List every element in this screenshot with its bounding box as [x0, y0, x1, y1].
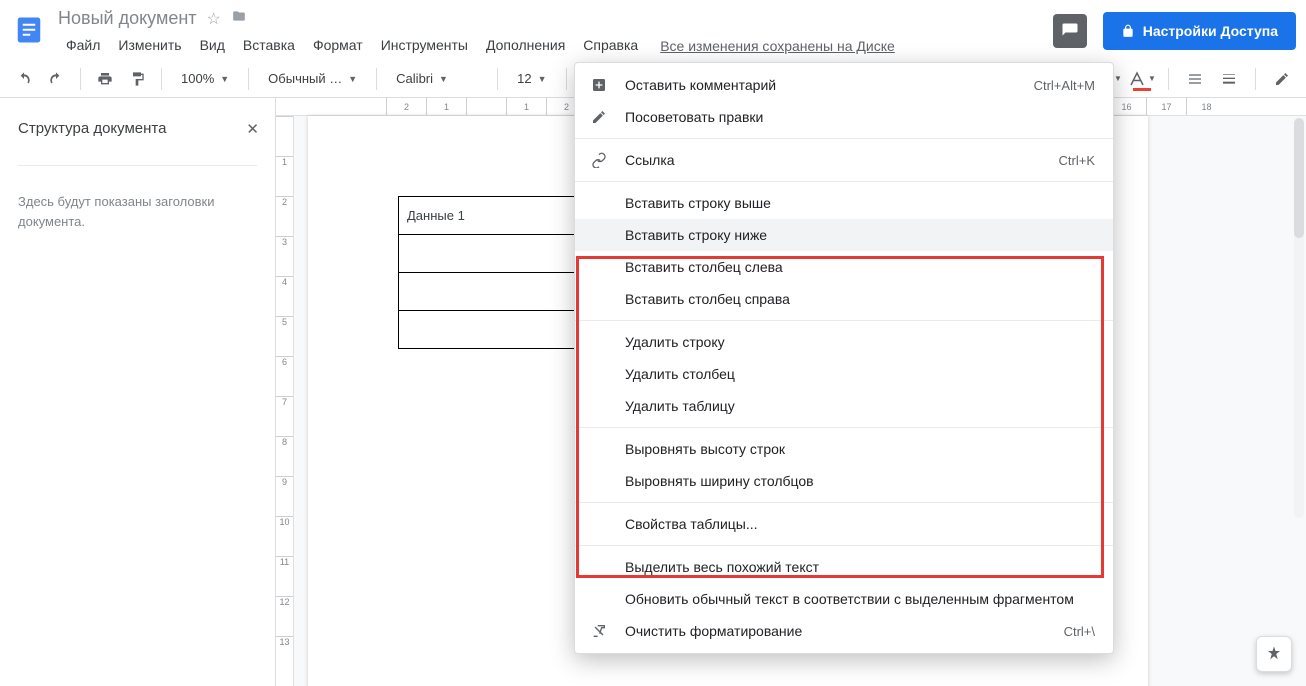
redo-button[interactable]	[42, 65, 70, 93]
context-menu-item[interactable]: Удалить строку	[575, 326, 1113, 358]
explore-button[interactable]	[1256, 636, 1292, 672]
outline-close-button[interactable]: ✕	[246, 120, 259, 138]
context-menu-label: Свойства таблицы...	[625, 516, 1095, 532]
outline-panel: Структура документа ✕ Здесь будут показа…	[0, 98, 276, 686]
context-menu-label: Ссылка	[625, 152, 1043, 168]
link-icon	[589, 152, 609, 168]
context-menu-shortcut: Ctrl+Alt+M	[1034, 78, 1095, 93]
print-button[interactable]	[91, 65, 119, 93]
context-menu-label: Вставить строку выше	[625, 195, 1095, 211]
share-button-label: Настройки Доступа	[1143, 23, 1278, 39]
border-style-button[interactable]	[1181, 65, 1209, 93]
context-menu-separator	[575, 545, 1113, 546]
outline-title: Структура документа	[18, 120, 257, 137]
context-menu-label: Вставить строку ниже	[625, 227, 1095, 243]
context-menu-label: Очистить форматирование	[625, 623, 1048, 639]
context-menu-item[interactable]: Свойства таблицы...	[575, 508, 1113, 540]
vertical-ruler[interactable]: 12345678910111213	[276, 116, 294, 686]
context-menu-separator	[575, 320, 1113, 321]
menu-view[interactable]: Вид	[192, 33, 233, 57]
context-menu-label: Удалить строку	[625, 334, 1095, 350]
table-cell[interactable]	[399, 235, 593, 273]
context-menu-label: Обновить обычный текст в соответствии с …	[625, 591, 1095, 607]
context-menu-item[interactable]: Выровнять ширину столбцов	[575, 465, 1113, 497]
context-menu-item[interactable]: Удалить столбец	[575, 358, 1113, 390]
menu-edit[interactable]: Изменить	[110, 33, 189, 57]
docs-logo-icon[interactable]	[10, 6, 48, 54]
context-menu-label: Вставить столбец справа	[625, 291, 1095, 307]
context-menu-item[interactable]: Выровнять высоту строк	[575, 433, 1113, 465]
context-menu-item[interactable]: Вставить строку ниже	[575, 219, 1113, 251]
context-menu-item[interactable]: Вставить столбец справа	[575, 283, 1113, 315]
table-cell[interactable]	[399, 273, 593, 311]
context-menu-label: Оставить комментарий	[625, 77, 1018, 93]
font-select[interactable]: Calibri▼	[387, 66, 487, 92]
context-menu-item[interactable]: Посоветовать правки	[575, 101, 1113, 133]
context-menu-separator	[575, 427, 1113, 428]
context-menu-label: Удалить таблицу	[625, 398, 1095, 414]
context-menu-label: Выровнять ширину столбцов	[625, 473, 1095, 489]
vertical-scrollbar[interactable]	[1294, 118, 1304, 518]
font-size-select[interactable]: 12▼	[508, 66, 555, 92]
context-menu-item[interactable]: Очистить форматирование Ctrl+\	[575, 615, 1113, 647]
context-menu: Оставить комментарий Ctrl+Alt+M Посоветова…	[574, 62, 1114, 654]
context-menu-item[interactable]: Вставить столбец слева	[575, 251, 1113, 283]
context-menu-item[interactable]: Обновить обычный текст в соответствии с …	[575, 583, 1113, 615]
context-menu-label: Вставить столбец слева	[625, 259, 1095, 275]
context-menu-item[interactable]: Выделить весь похожий текст	[575, 551, 1113, 583]
context-menu-item[interactable]: Оставить комментарий Ctrl+Alt+M	[575, 69, 1113, 101]
context-menu-separator	[575, 138, 1113, 139]
open-comments-button[interactable]	[1053, 14, 1087, 48]
context-menu-label: Удалить столбец	[625, 366, 1095, 382]
undo-button[interactable]	[10, 65, 38, 93]
context-menu-shortcut: Ctrl+\	[1064, 624, 1095, 639]
outline-divider	[18, 165, 257, 166]
lock-icon	[1121, 24, 1135, 38]
edit-mode-button[interactable]	[1268, 65, 1296, 93]
context-menu-label: Выровнять высоту строк	[625, 441, 1095, 457]
context-menu-item[interactable]: Ссылка Ctrl+K	[575, 144, 1113, 176]
context-menu-label: Выделить весь похожий текст	[625, 559, 1095, 575]
context-menu-item[interactable]: Удалить таблицу	[575, 390, 1113, 422]
paragraph-style-select[interactable]: Обычный …▼	[259, 66, 366, 92]
folder-icon[interactable]	[231, 9, 247, 28]
header: Новый документ ☆ Файл Изменить Вид Встав…	[0, 0, 1306, 60]
menu-format[interactable]: Формат	[305, 33, 371, 57]
menu-addons[interactable]: Дополнения	[478, 33, 573, 57]
border-width-button[interactable]	[1215, 65, 1243, 93]
zoom-select[interactable]: 100%▼	[172, 66, 238, 92]
star-icon[interactable]: ☆	[207, 9, 221, 29]
plus-box-icon	[589, 77, 609, 93]
menu-insert[interactable]: Вставка	[235, 33, 303, 57]
context-menu-shortcut: Ctrl+K	[1059, 153, 1095, 168]
clear-format-icon	[589, 623, 609, 639]
menu-file[interactable]: Файл	[58, 33, 108, 57]
saved-status-link[interactable]: Все изменения сохранены на Диске	[660, 38, 895, 60]
title-area: Новый документ ☆ Файл Изменить Вид Встав…	[58, 6, 646, 57]
context-menu-item[interactable]: Вставить строку выше	[575, 187, 1113, 219]
context-menu-separator	[575, 502, 1113, 503]
table-cell[interactable]	[399, 311, 593, 349]
context-menu-label: Посоветовать правки	[625, 109, 1095, 125]
context-menu-separator	[575, 181, 1113, 182]
outline-placeholder: Здесь будут показаны заголовки документа…	[18, 192, 257, 231]
suggest-icon	[589, 109, 609, 125]
menu-tools[interactable]: Инструменты	[373, 33, 476, 57]
document-title[interactable]: Новый документ	[58, 8, 197, 29]
menubar: Файл Изменить Вид Вставка Формат Инструм…	[58, 33, 646, 57]
paint-format-button[interactable]	[123, 65, 151, 93]
share-button[interactable]: Настройки Доступа	[1103, 12, 1296, 50]
table-cell[interactable]: Данные 1	[399, 197, 593, 235]
text-color-button[interactable]: ▼	[1128, 65, 1156, 93]
menu-help[interactable]: Справка	[575, 33, 646, 57]
